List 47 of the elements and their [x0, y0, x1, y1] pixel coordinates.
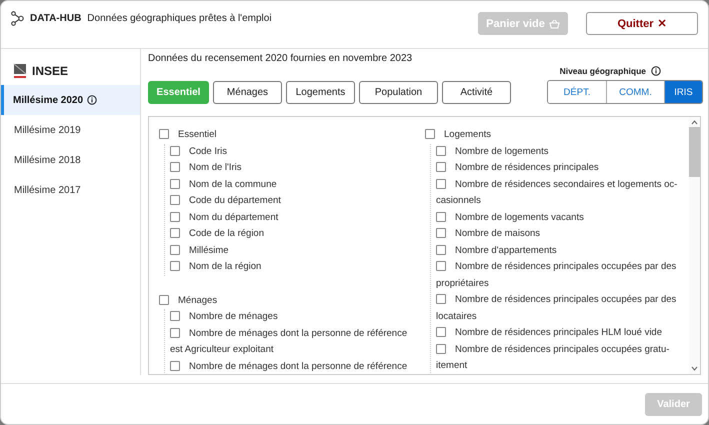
checkbox-item[interactable]: Logements	[425, 127, 689, 144]
tab[interactable]: Population	[359, 81, 438, 104]
tab[interactable]: Activité	[442, 81, 511, 104]
checkbox-item[interactable]: Ménages	[159, 292, 419, 309]
sidebar-item[interactable]: Millésime 2020	[1, 85, 140, 115]
checkbox-item[interactable]: Nombre de résidences principales occupées par des propriétaires	[436, 259, 689, 292]
checkbox-item[interactable]: Nombre de résidences secondaires et logements oc-casionnels	[436, 176, 689, 210]
checkbox-item[interactable]: Nom de la région	[170, 259, 419, 276]
insee-logo-icon	[13, 63, 27, 79]
checkbox-item[interactable]: Code de la région	[170, 226, 419, 242]
checkbox-item[interactable]: Essentiel	[159, 127, 419, 144]
checkbox-item[interactable]: Nombre d'appartements	[436, 242, 689, 259]
scroll-thumb[interactable]	[689, 127, 700, 177]
checkbox-item[interactable]: Code du département	[170, 193, 419, 210]
sidebar-item[interactable]: Millésime 2018	[1, 145, 140, 175]
checkbox-item[interactable]: Nombre de résidences principales	[436, 160, 689, 176]
logo-icon	[11, 11, 24, 26]
checkbox-item[interactable]: Nombre de logements	[436, 144, 689, 160]
app-subtitle: Données géographiques prêtes à l'emploi	[87, 13, 273, 24]
quit-button[interactable]: Quitter ✕	[586, 12, 698, 35]
checkbox-item[interactable]: Nombre de ménages	[170, 309, 419, 326]
checkbox-item[interactable]: Nombre de logements vacants	[436, 210, 689, 226]
checkbox-item[interactable]: Nombre de résidences principales occupées gratu-itement	[436, 342, 689, 374]
sidebar-item[interactable]: Millésime 2017	[1, 175, 140, 205]
dataset-description: Données du recensement 2020 fournies en novembre 2023	[148, 53, 414, 64]
checkbox-item[interactable]: Nombre de ménages dont la personne de référence	[170, 358, 419, 374]
checkbox-item[interactable]: Code Iris	[170, 144, 419, 160]
checkbox-item[interactable]: Nom du département	[170, 210, 419, 226]
provider-name: INSEE	[32, 64, 68, 78]
checkbox-item[interactable]: Nom de la commune	[170, 176, 419, 193]
geo-level-option[interactable]: IRIS	[664, 81, 702, 103]
app-name: DATA-HUB	[30, 13, 82, 24]
scroll-up-icon[interactable]	[691, 120, 698, 125]
basket-icon	[548, 18, 560, 28]
checkbox-item[interactable]: Nombre de maisons	[436, 226, 689, 242]
checkbox-item[interactable]: Nombre de ménages dont la personne de référence est Agriculteur exploitant	[170, 326, 419, 358]
geo-level-label: Niveau géographique	[560, 66, 646, 76]
checkbox-item[interactable]: Nombre de résidences principales occupées par des locataires	[436, 292, 689, 325]
tab[interactable]: Logements	[286, 81, 355, 104]
sidebar-item[interactable]: Millésime 2019	[1, 115, 140, 145]
checkbox-item[interactable]: Millésime	[170, 242, 419, 259]
info-icon	[87, 95, 98, 105]
info-icon	[651, 66, 661, 76]
checkbox-item[interactable]: Nombre de résidences principales HLM loué vide	[436, 325, 689, 342]
tab[interactable]: Ménages	[213, 81, 282, 104]
checkbox-item[interactable]: Nom de l'Iris	[170, 160, 419, 176]
scroll-down-icon[interactable]	[691, 366, 698, 371]
